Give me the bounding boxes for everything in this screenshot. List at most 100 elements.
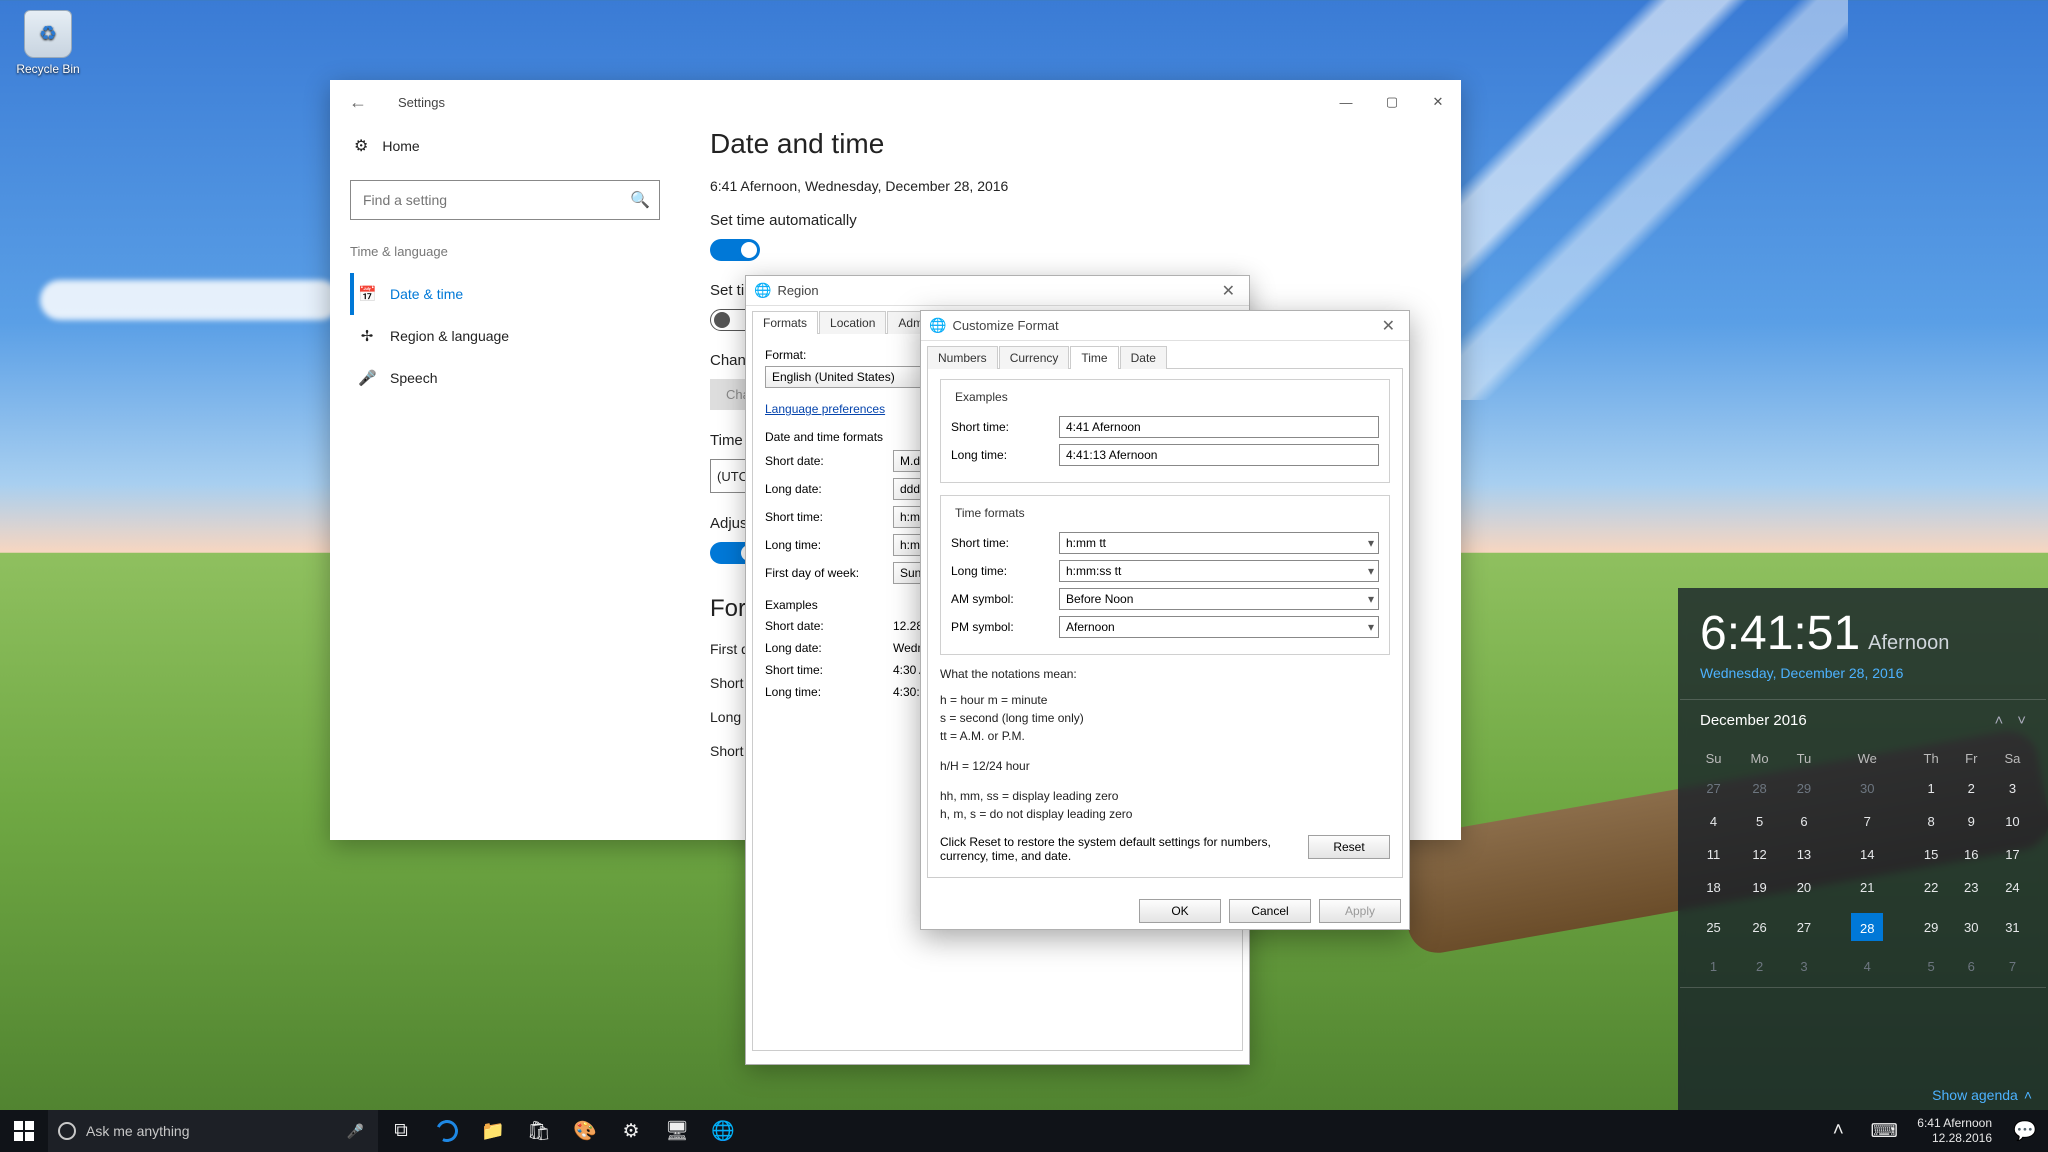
calendar-day[interactable]: 28 — [1735, 772, 1784, 805]
tab-location[interactable]: Location — [819, 311, 886, 334]
calendar-day[interactable]: 25 — [1692, 904, 1735, 950]
calendar-day[interactable]: 4 — [1692, 805, 1735, 838]
calendar-day[interactable]: 4 — [1824, 950, 1911, 983]
calendar-day[interactable]: 21 — [1824, 871, 1911, 904]
taskbar-app-paint[interactable]: 🎨 — [562, 1110, 608, 1152]
calendar-day[interactable]: 5 — [1735, 805, 1784, 838]
calendar-day[interactable]: 13 — [1784, 838, 1824, 871]
close-button[interactable]: ✕ — [1415, 86, 1461, 118]
calendar-day[interactable]: 30 — [1952, 904, 1991, 950]
pm-symbol-combo[interactable]: Afernoon — [1059, 616, 1379, 638]
task-view-button[interactable]: ⧉ — [378, 1110, 424, 1152]
tab-numbers[interactable]: Numbers — [927, 346, 998, 369]
long-date-label: Long date: — [765, 482, 885, 496]
recycle-bin[interactable]: Recycle Bin — [10, 10, 86, 76]
calendar-day[interactable]: 6 — [1952, 950, 1991, 983]
cancel-button[interactable]: Cancel — [1229, 899, 1311, 923]
calendar-day[interactable]: 20 — [1784, 871, 1824, 904]
calendar-day[interactable]: 8 — [1911, 805, 1952, 838]
calendar-day[interactable]: 18 — [1692, 871, 1735, 904]
calendar-day[interactable]: 2 — [1735, 950, 1784, 983]
recycle-bin-label: Recycle Bin — [10, 62, 86, 76]
search-wrapper: 🔍 — [350, 180, 660, 220]
maximize-button[interactable]: ▢ — [1369, 86, 1415, 118]
calendar-day[interactable]: 23 — [1952, 871, 1991, 904]
calendar-day[interactable]: 3 — [1991, 772, 2034, 805]
calendar-day[interactable]: 27 — [1784, 904, 1824, 950]
sidebar-item-speech[interactable]: 🎤 Speech — [350, 357, 660, 399]
calendar-month[interactable]: December 2016 — [1700, 712, 1807, 729]
chevron-up-icon: ˄ — [2024, 1087, 2032, 1103]
calendar-day[interactable]: 15 — [1911, 838, 1952, 871]
search-input[interactable] — [350, 180, 660, 220]
calendar-day[interactable]: 22 — [1911, 871, 1952, 904]
tray-overflow-button[interactable]: ˄ — [1815, 1110, 1861, 1152]
calendar-day[interactable]: 27 — [1692, 772, 1735, 805]
calendar-day[interactable]: 2 — [1952, 772, 1991, 805]
taskbar-app-explorer[interactable]: 📁 — [470, 1110, 516, 1152]
calendar-day[interactable]: 16 — [1952, 838, 1991, 871]
cortana-search[interactable]: Ask me anything 🎤 — [48, 1110, 378, 1152]
calendar-day[interactable]: 19 — [1735, 871, 1784, 904]
taskbar-app-edge[interactable] — [424, 1110, 470, 1152]
calendar-day[interactable]: 14 — [1824, 838, 1911, 871]
ex-short-time-label: Short time: — [765, 663, 885, 677]
taskbar-app-settings[interactable]: ⚙ — [608, 1110, 654, 1152]
cortana-placeholder: Ask me anything — [86, 1123, 190, 1139]
action-center-button[interactable]: 💬 — [2002, 1110, 2048, 1152]
calendar-day[interactable]: 3 — [1784, 950, 1824, 983]
calendar-day[interactable]: 1 — [1692, 950, 1735, 983]
taskbar-app-store[interactable]: 🛍 — [516, 1110, 562, 1152]
am-symbol-label: AM symbol: — [951, 592, 1051, 606]
calendar-day[interactable]: 26 — [1735, 904, 1784, 950]
calendar-day[interactable]: 9 — [1952, 805, 1991, 838]
prev-month-button[interactable]: ˄ — [1994, 712, 2003, 729]
minimize-button[interactable]: — — [1323, 86, 1369, 118]
taskbar-clock[interactable]: 6:41 Afernoon 12.28.2016 — [1907, 1116, 2002, 1146]
short-time-combo[interactable]: h:mm tt — [1059, 532, 1379, 554]
calendar-day[interactable]: 1 — [1911, 772, 1952, 805]
tab-time[interactable]: Time — [1070, 346, 1118, 369]
taskbar-app[interactable]: 🌐 — [700, 1110, 746, 1152]
windows-logo-icon — [14, 1121, 34, 1141]
calendar-dow: Su — [1692, 745, 1735, 772]
start-button[interactable] — [0, 1110, 48, 1152]
calendar-day[interactable]: 12 — [1735, 838, 1784, 871]
calendar-day[interactable]: 31 — [1991, 904, 2034, 950]
close-button[interactable]: ✕ — [1216, 281, 1241, 301]
home-button[interactable]: ⚙ Home — [350, 124, 660, 168]
calendar-day[interactable]: 17 — [1991, 838, 2034, 871]
notation-line: tt = A.M. or P.M. — [940, 729, 1390, 743]
tray-keyboard-icon[interactable]: ⌨ — [1861, 1110, 1907, 1152]
calendar-day[interactable]: 24 — [1991, 871, 2034, 904]
calendar-day[interactable]: 30 — [1824, 772, 1911, 805]
taskbar-app[interactable]: 🖥 — [654, 1110, 700, 1152]
sidebar-item-date-time[interactable]: 📅 Date & time — [350, 273, 660, 315]
long-time-combo[interactable]: h:mm:ss tt — [1059, 560, 1379, 582]
calendar-day[interactable]: 28 — [1824, 904, 1911, 950]
next-month-button[interactable]: ˅ — [2017, 712, 2026, 729]
calendar-day[interactable]: 5 — [1911, 950, 1952, 983]
calendar-day[interactable]: 10 — [1991, 805, 2034, 838]
sidebar-item-region[interactable]: ✢ Region & language — [350, 315, 660, 357]
show-agenda-button[interactable]: Show agenda˄ — [1932, 1087, 2032, 1103]
calendar-day[interactable]: 11 — [1692, 838, 1735, 871]
calendar-day[interactable]: 29 — [1784, 772, 1824, 805]
home-label: Home — [382, 138, 419, 154]
calendar-day[interactable]: 29 — [1911, 904, 1952, 950]
tab-date[interactable]: Date — [1120, 346, 1167, 369]
apply-button[interactable]: Apply — [1319, 899, 1401, 923]
reset-button[interactable]: Reset — [1308, 835, 1390, 859]
ok-button[interactable]: OK — [1139, 899, 1221, 923]
language-preferences-link[interactable]: Language preferences — [765, 402, 885, 416]
clock-date-link[interactable]: Wednesday, December 28, 2016 — [1678, 661, 2048, 699]
tab-currency[interactable]: Currency — [999, 346, 1070, 369]
calendar-day[interactable]: 6 — [1784, 805, 1824, 838]
auto-time-toggle[interactable] — [710, 239, 760, 261]
close-button[interactable]: ✕ — [1376, 316, 1401, 336]
tab-formats[interactable]: Formats — [752, 311, 818, 334]
am-symbol-combo[interactable]: Before Noon — [1059, 588, 1379, 610]
calendar-day[interactable]: 7 — [1824, 805, 1911, 838]
calendar-day[interactable]: 7 — [1991, 950, 2034, 983]
back-button[interactable]: ← — [338, 82, 378, 122]
